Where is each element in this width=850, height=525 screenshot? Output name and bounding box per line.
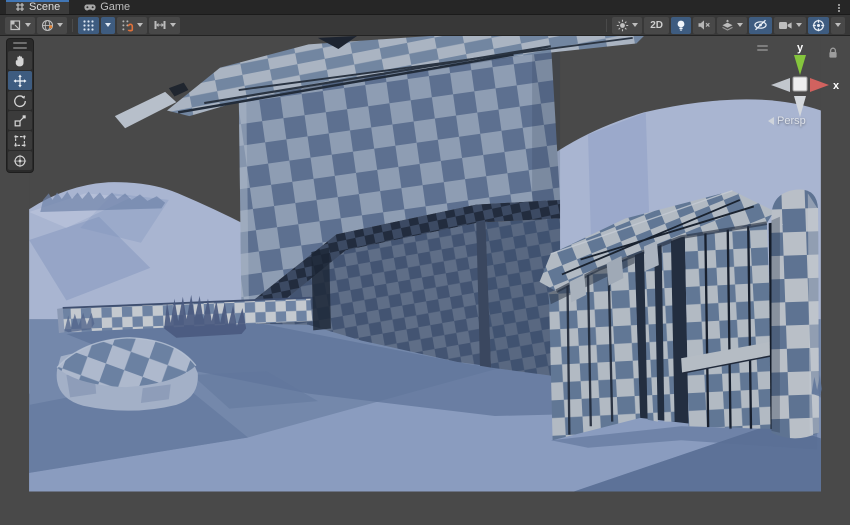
overlay-grab-handle-icon[interactable] — [13, 42, 27, 49]
dropdown-caret-icon — [796, 23, 802, 27]
scale-tool-button[interactable] — [8, 111, 32, 130]
axis-y-cone[interactable] — [794, 55, 806, 75]
layers-icon — [721, 19, 734, 31]
axis-cube[interactable] — [793, 77, 807, 91]
dropdown-caret-icon — [57, 23, 63, 27]
grid-snapping-button[interactable] — [117, 17, 147, 34]
tab-scene[interactable]: Scene — [6, 0, 69, 14]
grid-dots-icon — [82, 19, 95, 32]
unity-scene-view-window: Scene Game — [0, 0, 850, 525]
dropdown-caret-icon — [170, 23, 176, 27]
dropdown-caret-icon — [632, 23, 638, 27]
snap-increment-button[interactable] — [149, 17, 180, 34]
eye-slash-icon — [753, 19, 768, 31]
grid-visibility-dropdown[interactable] — [101, 17, 115, 34]
move-tool-button[interactable] — [8, 71, 32, 90]
scene-audio-button[interactable] — [693, 17, 715, 34]
scene-viewport[interactable]: y x Persp — [0, 36, 850, 525]
scene-3d-render — [0, 36, 850, 525]
tab-scene-label: Scene — [29, 1, 60, 13]
gizmos-button[interactable] — [808, 17, 829, 34]
grid-visibility-button[interactable] — [78, 17, 99, 34]
tab-options-kebab-icon[interactable] — [834, 2, 844, 14]
pivot-square-icon — [9, 19, 22, 31]
pillar — [769, 190, 822, 439]
pivot-mode-button[interactable] — [5, 17, 35, 34]
view-tool-button[interactable] — [8, 51, 32, 70]
axis-neg-cone-left[interactable] — [771, 78, 790, 92]
snap-bars-icon — [153, 19, 167, 31]
2d-toggle-button[interactable]: 2D — [644, 17, 669, 34]
projection-toggle[interactable]: Persp — [768, 115, 806, 127]
draw-mode-button[interactable] — [612, 17, 642, 34]
2d-label: 2D — [648, 20, 665, 31]
rect-tool-button[interactable] — [8, 131, 32, 150]
hand-icon — [13, 54, 27, 68]
dropdown-caret-icon — [25, 23, 31, 27]
pillar-shade — [771, 217, 779, 433]
crosshair-sphere-icon — [812, 19, 825, 32]
tab-game[interactable]: Game — [75, 0, 139, 14]
transform-tool-button[interactable] — [8, 151, 32, 170]
sparkle-icon — [616, 19, 629, 32]
scale-icon — [13, 114, 27, 128]
tab-game-label: Game — [100, 1, 130, 13]
transform-icon — [13, 154, 27, 168]
move-icon — [13, 74, 27, 88]
rect-icon — [13, 134, 27, 148]
toolbar-separator — [606, 19, 607, 32]
rotate-icon — [13, 94, 27, 108]
rotate-tool-button[interactable] — [8, 91, 32, 110]
dropdown-caret-icon — [137, 23, 143, 27]
toolbar-separator — [72, 19, 73, 32]
axis-neg-cone-down[interactable] — [794, 96, 806, 117]
house-lower-side-shade — [486, 219, 561, 377]
dropdown-caret-icon — [105, 23, 111, 27]
scene-grid-icon — [15, 2, 25, 12]
scene-visibility-button[interactable] — [749, 17, 772, 34]
dropdown-caret-icon — [835, 23, 841, 27]
axis-x-cone[interactable] — [810, 78, 829, 92]
projection-arrow-icon — [768, 117, 774, 125]
orientation-gizmo-overlay: y x Persp — [754, 38, 846, 134]
axis-x-label: x — [833, 80, 840, 92]
shed-door-opening — [635, 235, 689, 423]
dropdown-caret-icon — [737, 23, 743, 27]
scene-lighting-button[interactable] — [671, 17, 691, 34]
house-wall-right-shade — [532, 40, 560, 203]
gamepad-icon — [84, 3, 96, 12]
scene-camera-settings-button[interactable] — [774, 17, 806, 34]
tools-overlay — [6, 38, 34, 173]
pillar-highlight — [808, 193, 819, 434]
bulb-icon — [675, 19, 687, 32]
house-plank-gap — [311, 247, 331, 330]
view-tab-bar: Scene Game — [0, 0, 850, 15]
gizmos-dropdown[interactable] — [831, 17, 845, 34]
handle-orientation-button[interactable] — [37, 17, 67, 34]
axis-y-label: y — [797, 42, 804, 54]
globe-icon — [41, 19, 54, 32]
grid-magnet-icon — [121, 19, 134, 32]
camera-icon — [778, 20, 793, 31]
speaker-muted-icon — [697, 19, 711, 31]
effects-button[interactable] — [717, 17, 747, 34]
scene-toolbar: 2D — [0, 15, 850, 36]
projection-label: Persp — [777, 115, 806, 127]
